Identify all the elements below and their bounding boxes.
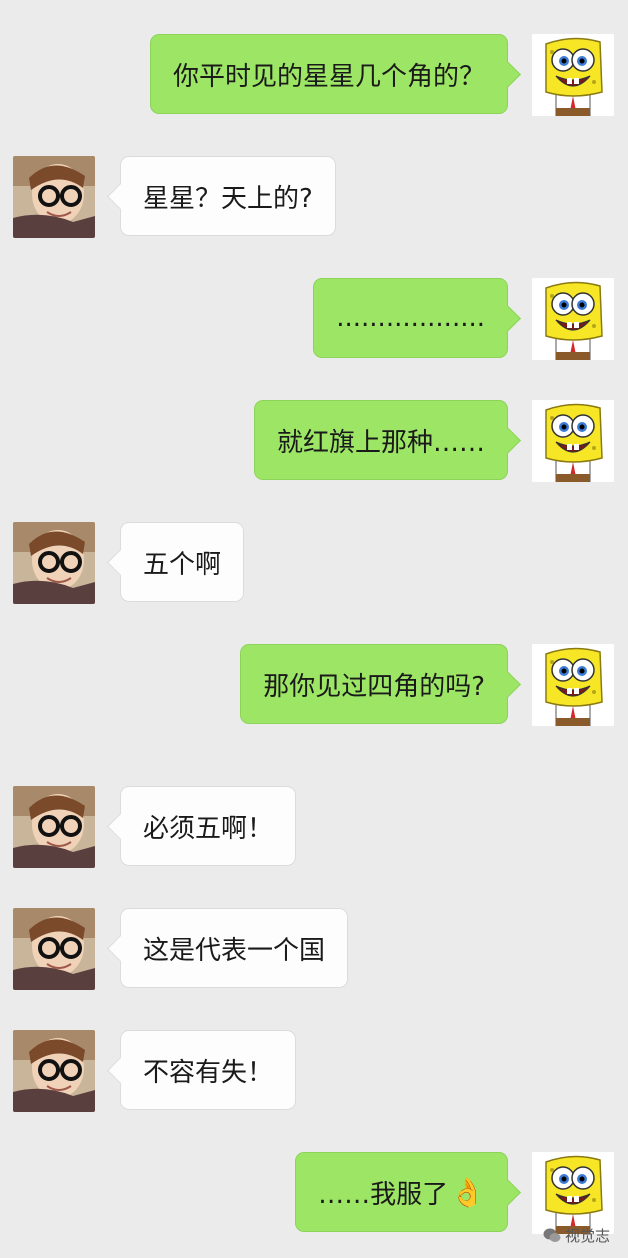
spongebob-avatar[interactable]	[532, 1152, 614, 1234]
glasses-guy-avatar[interactable]	[13, 786, 95, 868]
wechat-icon	[543, 1228, 561, 1242]
message-bubble[interactable]: 你平时见的星星几个角的？	[149, 34, 508, 114]
message-text: 必须五啊！	[143, 813, 274, 844]
message-bubble[interactable]: 就红旗上那种……	[253, 400, 508, 480]
watermark-text: 视觉志	[564, 1227, 610, 1245]
message-text: 这是代表一个国	[143, 935, 326, 966]
message-text: 不容有失！	[143, 1057, 274, 1088]
message-bubble[interactable]: 必须五啊！	[120, 786, 297, 866]
message-bubble[interactable]: 不容有失！	[120, 1030, 297, 1110]
message-bubble[interactable]: 这是代表一个国	[120, 908, 349, 988]
glasses-guy-avatar[interactable]	[13, 522, 95, 604]
message-text: 星星？天上的?	[143, 183, 313, 214]
glasses-guy-avatar[interactable]	[13, 1030, 95, 1112]
message-bubble[interactable]: 那你见过四角的吗?	[240, 644, 508, 724]
message-bubble[interactable]: 五个啊	[120, 522, 245, 602]
message-bubble[interactable]: 星星？天上的?	[120, 156, 336, 236]
message-text: ..................	[336, 303, 485, 333]
message-text: 那你见过四角的吗?	[263, 671, 485, 702]
message-text: ……我服了	[318, 1179, 449, 1210]
spongebob-avatar[interactable]	[532, 644, 614, 726]
spongebob-avatar[interactable]	[532, 278, 614, 360]
message-text: 就红旗上那种……	[276, 427, 485, 458]
glasses-guy-avatar[interactable]	[13, 156, 95, 238]
message-bubble[interactable]: ..................	[313, 278, 508, 358]
spongebob-avatar[interactable]	[532, 400, 614, 482]
glasses-guy-avatar[interactable]	[13, 908, 95, 990]
spongebob-avatar[interactable]	[532, 34, 614, 116]
message-text: 五个啊	[143, 549, 222, 580]
message-bubble[interactable]: ……我服了 👌	[295, 1152, 508, 1232]
message-text: 你平时见的星星几个角的？	[172, 61, 485, 92]
watermark: 视觉志	[543, 1225, 610, 1246]
ok-hand-emoji-icon: 👌	[450, 1175, 485, 1209]
